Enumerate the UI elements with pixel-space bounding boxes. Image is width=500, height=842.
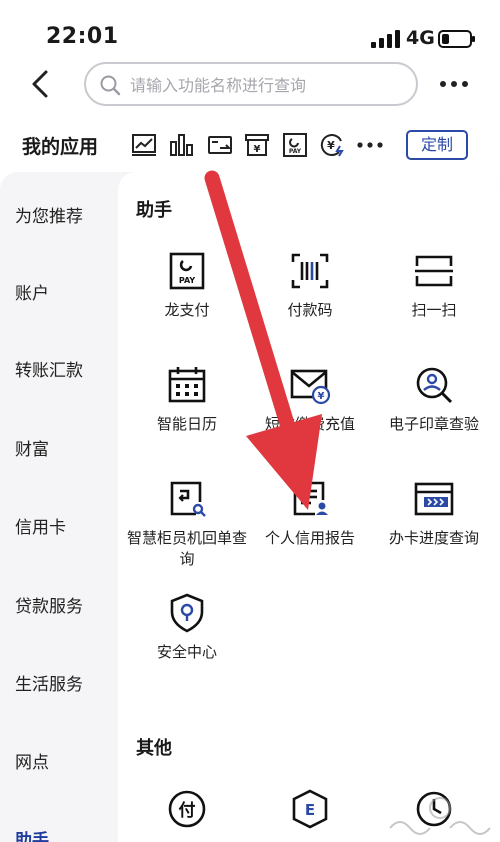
app-grid-content: 助手 PAY 龙支付 付款码 扫一扫 智能日历 ¥ 短信缴费充值 电子印章查验 … — [118, 172, 500, 842]
sidebar-item-assistant[interactable]: 助手 — [15, 826, 49, 842]
app-category-panel: 为您推荐 账户 转账汇款 财富 信用卡 贷款服务 生活服务 网点 助手 助手 P… — [0, 172, 500, 842]
clock-icon — [416, 791, 452, 827]
dragon-pay-icon: PAY — [169, 252, 205, 290]
sidebar-item-branch[interactable]: 网点 — [15, 748, 49, 773]
app-label: 智能日历 — [156, 415, 217, 433]
app-other-e-shield[interactable]: E — [245, 788, 375, 830]
battery-icon — [438, 30, 475, 48]
card-progress-icon — [414, 482, 454, 516]
svg-text:E: E — [305, 801, 315, 819]
app-payment-code[interactable]: 付款码 — [245, 250, 375, 321]
e-seal-verify-icon — [416, 367, 453, 404]
app-scan[interactable]: 扫一扫 — [369, 250, 499, 321]
app-label: 个人信用报告 — [264, 529, 355, 547]
svg-text:¥: ¥ — [254, 144, 261, 155]
e-shield-icon: E — [292, 789, 328, 829]
security-center-icon — [170, 593, 204, 633]
back-button[interactable] — [26, 68, 56, 100]
network-type: 4G — [406, 27, 435, 49]
svg-text:¥: ¥ — [327, 139, 335, 152]
sidebar-item-wealth[interactable]: 财富 — [15, 435, 49, 460]
sms-recharge-icon: ¥ — [290, 369, 331, 405]
svg-text:PAY: PAY — [289, 148, 302, 155]
app-sms-recharge[interactable]: ¥ 短信缴费充值 — [245, 364, 375, 435]
more-options-icon[interactable] — [438, 70, 470, 98]
yuan-box-icon[interactable]: ¥ — [244, 132, 270, 158]
card-transfer-icon[interactable] — [207, 132, 233, 158]
app-smart-calendar[interactable]: 智能日历 — [122, 364, 252, 435]
svg-text:PAY: PAY — [179, 276, 196, 285]
app-credit-report[interactable]: 个人信用报告 — [245, 478, 375, 549]
status-bar: 22:01 4G — [0, 0, 500, 54]
app-label: 扫一扫 — [411, 301, 457, 319]
trend-chart-icon[interactable] — [131, 132, 157, 158]
sidebar-item-life[interactable]: 生活服务 — [15, 670, 83, 695]
search-input[interactable] — [130, 72, 400, 98]
sidebar-item-recommended[interactable]: 为您推荐 — [15, 202, 83, 227]
app-security-center[interactable]: 安全中心 — [122, 592, 252, 663]
svg-text:付: 付 — [179, 800, 196, 821]
scan-icon — [415, 255, 453, 287]
sidebar-item-credit-card[interactable]: 信用卡 — [15, 513, 66, 538]
top-bar — [0, 58, 500, 110]
app-label: 安全中心 — [156, 643, 217, 661]
app-card-progress[interactable]: 办卡进度查询 — [369, 478, 499, 549]
app-label: 电子印章查验 — [388, 415, 479, 433]
atm-receipt-icon — [170, 481, 206, 517]
app-label: 付款码 — [287, 301, 333, 319]
bar-chart-icon[interactable] — [168, 132, 194, 158]
my-apps-bar: 我的应用 ¥ PAY ¥ 定制 — [0, 118, 500, 170]
pay-circle-icon: 付 — [168, 790, 206, 828]
app-other-pay[interactable]: 付 — [122, 788, 252, 830]
app-dragon-pay[interactable]: PAY 龙支付 — [122, 250, 252, 321]
customize-button[interactable]: 定制 — [406, 130, 468, 160]
pay-icon[interactable]: PAY — [282, 132, 308, 158]
credit-report-icon — [293, 481, 328, 516]
svg-text:¥: ¥ — [318, 391, 325, 402]
status-time: 22:01 — [46, 24, 119, 49]
sidebar-item-account[interactable]: 账户 — [15, 279, 49, 304]
quick-more-icon[interactable] — [356, 132, 384, 158]
app-label: 智慧柜员机回单查询 — [126, 529, 247, 568]
search-icon — [100, 75, 121, 96]
section-title-assistant: 助手 — [136, 200, 172, 221]
app-e-seal-verify[interactable]: 电子印章查验 — [369, 364, 499, 435]
app-other-clock[interactable] — [369, 788, 499, 830]
signal-icon — [371, 30, 400, 48]
search-box[interactable] — [84, 62, 418, 106]
app-label: 短信缴费充值 — [264, 415, 355, 433]
app-label: 办卡进度查询 — [388, 529, 479, 547]
category-sidebar: 为您推荐 账户 转账汇款 财富 信用卡 贷款服务 生活服务 网点 助手 — [0, 172, 118, 842]
sidebar-item-loan[interactable]: 贷款服务 — [15, 592, 83, 617]
my-apps-title: 我的应用 — [22, 136, 99, 158]
app-atm-receipt[interactable]: 智慧柜员机回单查询 — [122, 478, 252, 570]
calendar-icon — [168, 367, 206, 403]
app-label: 龙支付 — [164, 301, 210, 319]
payment-code-icon — [291, 253, 329, 289]
sidebar-item-transfer[interactable]: 转账汇款 — [15, 356, 83, 381]
section-title-other: 其他 — [136, 738, 172, 759]
yuan-charge-icon[interactable]: ¥ — [319, 132, 345, 158]
